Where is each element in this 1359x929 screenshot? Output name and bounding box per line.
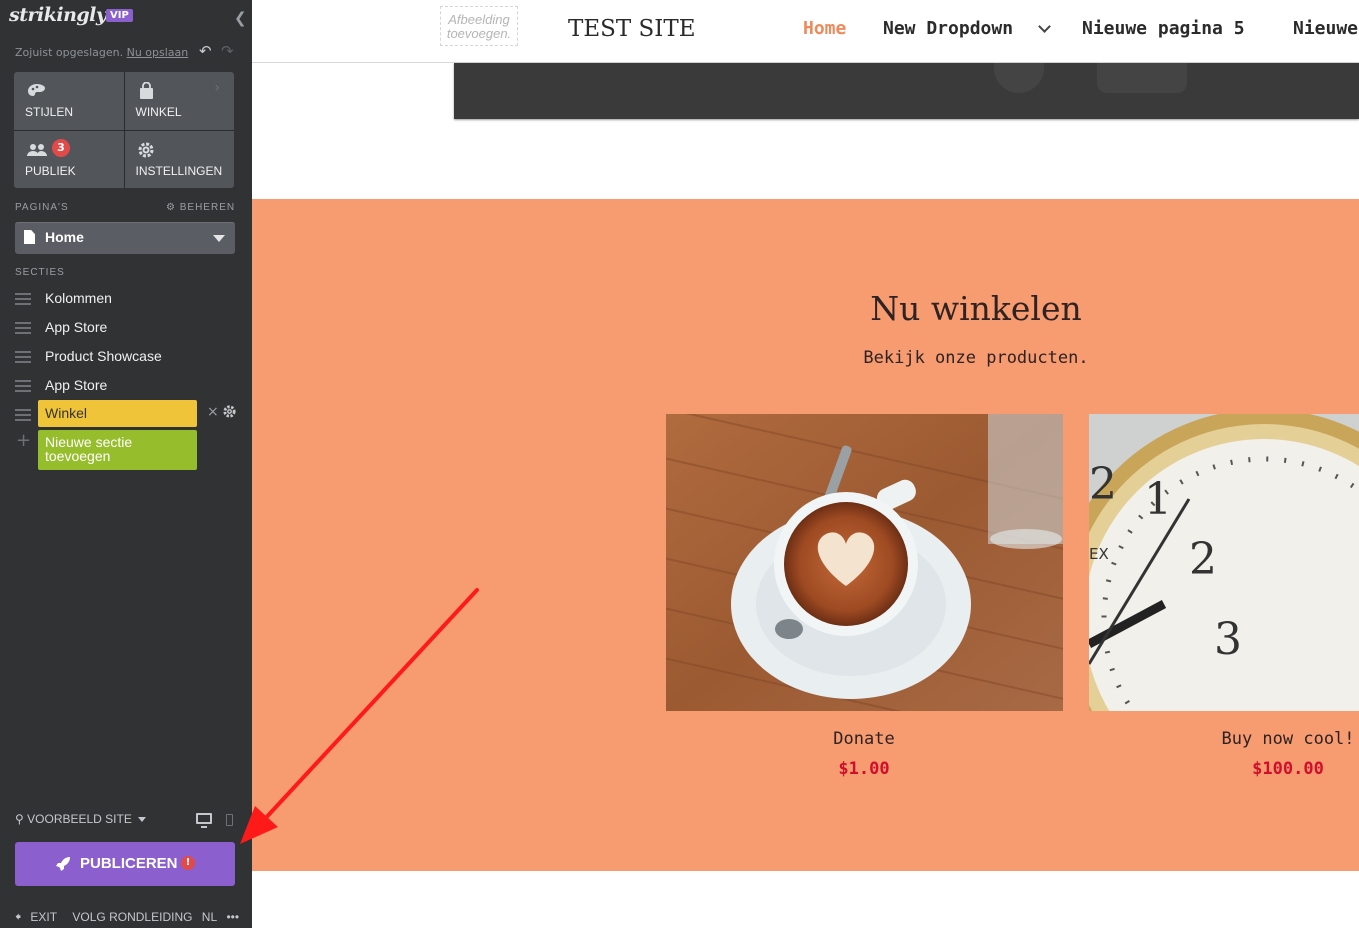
product-name[interactable]: Donate	[833, 729, 894, 749]
tile-styles[interactable]: STIJLEN	[14, 72, 124, 130]
exit-label: EXIT	[30, 910, 58, 924]
caret-down-icon	[138, 817, 147, 823]
users-icon	[27, 143, 47, 156]
nav-item-nieuwe-pagina-5[interactable]: Nieuwe pagina 5	[1082, 18, 1245, 39]
section-label: App Store	[45, 377, 108, 393]
store-subtitle[interactable]: Bekijk onze producten.	[863, 348, 1088, 368]
save-status: Zojuist opgeslagen. Nu opslaan	[15, 46, 188, 59]
drag-handle-icon[interactable]	[15, 322, 31, 334]
tile-label: WINKEL	[135, 105, 182, 119]
previous-section-image	[454, 63, 1359, 119]
chevron-right-icon: ›	[214, 80, 220, 96]
product-image-coffee[interactable]	[666, 414, 1063, 711]
site-navbar: Afbeelding toevoegen. TEST SITE Home New…	[252, 0, 1359, 63]
section-label: Product Showcase	[45, 348, 162, 364]
audience-badge: 3	[52, 138, 70, 157]
tile-settings[interactable]: INSTELLINGEN	[124, 130, 234, 188]
collapse-sidebar-icon[interactable]: ❮	[234, 9, 247, 27]
saved-text: Zojuist opgeslagen.	[15, 46, 124, 59]
section-item[interactable]: App Store	[15, 318, 245, 340]
site-canvas: Afbeelding toevoegen. TEST SITE Home New…	[252, 0, 1359, 928]
undo-icon[interactable]: ↶	[199, 42, 212, 60]
svg-text:EX: EX	[1089, 545, 1109, 563]
nav-item-nieuwe[interactable]: Nieuwe	[1293, 18, 1358, 39]
save-now-link[interactable]: Nu opslaan	[127, 46, 189, 59]
preview-site-dropdown[interactable]: ⚲ VOORBEELD SITE	[15, 812, 147, 826]
drag-handle-icon[interactable]	[15, 351, 31, 363]
drag-handle-icon[interactable]	[15, 409, 31, 421]
palette-icon	[28, 84, 45, 96]
section-label: Winkel	[45, 405, 88, 421]
drag-handle-icon[interactable]	[15, 293, 31, 305]
site-title[interactable]: TEST SITE	[568, 16, 696, 42]
nav-item-new-dropdown[interactable]: New Dropdown	[883, 18, 1013, 39]
nav-item-home[interactable]: Home	[803, 18, 846, 39]
tour-link[interactable]: VOLG RONDLEIDING	[72, 910, 192, 924]
caret-down-icon	[213, 235, 225, 242]
store-title[interactable]: Nu winkelen	[870, 289, 1082, 328]
section-settings-icon[interactable]	[222, 404, 237, 419]
page-select-dropdown[interactable]: Home	[15, 222, 235, 254]
vip-badge: VIP	[106, 9, 133, 22]
shopping-bag-icon	[139, 82, 153, 99]
tile-audience[interactable]: 3 PUBLIEK	[14, 130, 124, 188]
manage-pages-button[interactable]: ⚙ BEHEREN	[166, 202, 235, 213]
coffee-cup-photo	[666, 414, 1063, 711]
publish-label: PUBLICEREN	[80, 855, 178, 872]
tile-store[interactable]: 2 › WINKEL	[124, 72, 234, 130]
search-icon: ⚲	[15, 812, 24, 826]
svg-text:1: 1	[1144, 474, 1172, 525]
section-label: Kolommen	[45, 290, 112, 306]
section-item[interactable]: App Store	[15, 376, 245, 398]
sections-heading: SECTIES	[15, 267, 65, 278]
exit-button[interactable]: 🠸 EXIT	[15, 910, 63, 924]
section-item[interactable]: Product Showcase	[15, 347, 245, 369]
product-price: $1.00	[838, 759, 890, 779]
more-icon[interactable]: •••	[226, 910, 239, 924]
tile-label: INSTELLINGEN	[135, 163, 223, 178]
map-pin-shape	[994, 63, 1044, 93]
section-item-active[interactable]: Winkel	[38, 400, 197, 427]
tile-label: PUBLIEK	[25, 163, 76, 178]
product-image-clock[interactable]: 1 2 3 2 EX	[1089, 414, 1359, 711]
delete-section-icon[interactable]: ×	[207, 404, 219, 420]
svg-text:2: 2	[1089, 459, 1117, 510]
add-section-label: Nieuwe sectie toevoegen	[45, 434, 133, 464]
arrow-left-icon: 🠸	[15, 910, 22, 924]
product-price: $100.00	[1252, 759, 1324, 779]
redo-icon[interactable]: ↷	[221, 42, 234, 60]
editor-sidebar: strikingly VIP ❮ Zojuist opgeslagen. Nu …	[0, 0, 252, 928]
gear-icon: ⚙	[166, 202, 176, 213]
document-icon	[24, 230, 35, 244]
language-selector[interactable]: NL	[202, 910, 217, 924]
desktop-view-icon[interactable]	[196, 813, 212, 828]
logo-placeholder[interactable]: Afbeelding toevoegen.	[440, 6, 518, 46]
svg-text:2: 2	[1189, 534, 1217, 585]
chevron-down-icon	[1038, 20, 1051, 33]
current-page-label: Home	[45, 229, 84, 245]
strikingly-logo: strikingly	[9, 4, 107, 26]
svg-text:3: 3	[1214, 614, 1242, 665]
tile-label: STIJLEN	[25, 105, 74, 119]
product-name[interactable]: Buy now cool!	[1221, 729, 1354, 749]
manage-label: BEHEREN	[179, 202, 236, 213]
publish-button[interactable]: PUBLICEREN !	[15, 842, 235, 886]
sidebar-footer: 🠸 EXIT VOLG RONDLEIDING NL •••	[15, 908, 245, 929]
pages-heading: PAGINA'S	[15, 202, 69, 213]
section-label: App Store	[45, 319, 108, 335]
preview-label: VOORBEELD SITE	[27, 812, 132, 826]
drag-handle-active[interactable]	[15, 405, 31, 427]
section-item[interactable]: Kolommen	[15, 289, 245, 311]
plus-icon: +	[16, 430, 32, 451]
gear-icon	[138, 142, 153, 157]
camera-shape	[1097, 63, 1187, 93]
rocket-icon	[56, 857, 70, 871]
editor-tiles: STIJLEN 2 › WINKEL 3 PUBLIEK INSTELLINGE…	[14, 72, 234, 188]
drag-handle-icon[interactable]	[15, 380, 31, 392]
alert-icon: !	[181, 856, 195, 870]
mobile-view-icon[interactable]	[226, 814, 233, 826]
clock-photo: 1 2 3 2 EX	[1089, 414, 1359, 711]
add-section-button[interactable]: Nieuwe sectie toevoegen	[38, 430, 197, 470]
store-section[interactable]: Nu winkelen Bekijk onze producten. Donat…	[252, 199, 1359, 871]
